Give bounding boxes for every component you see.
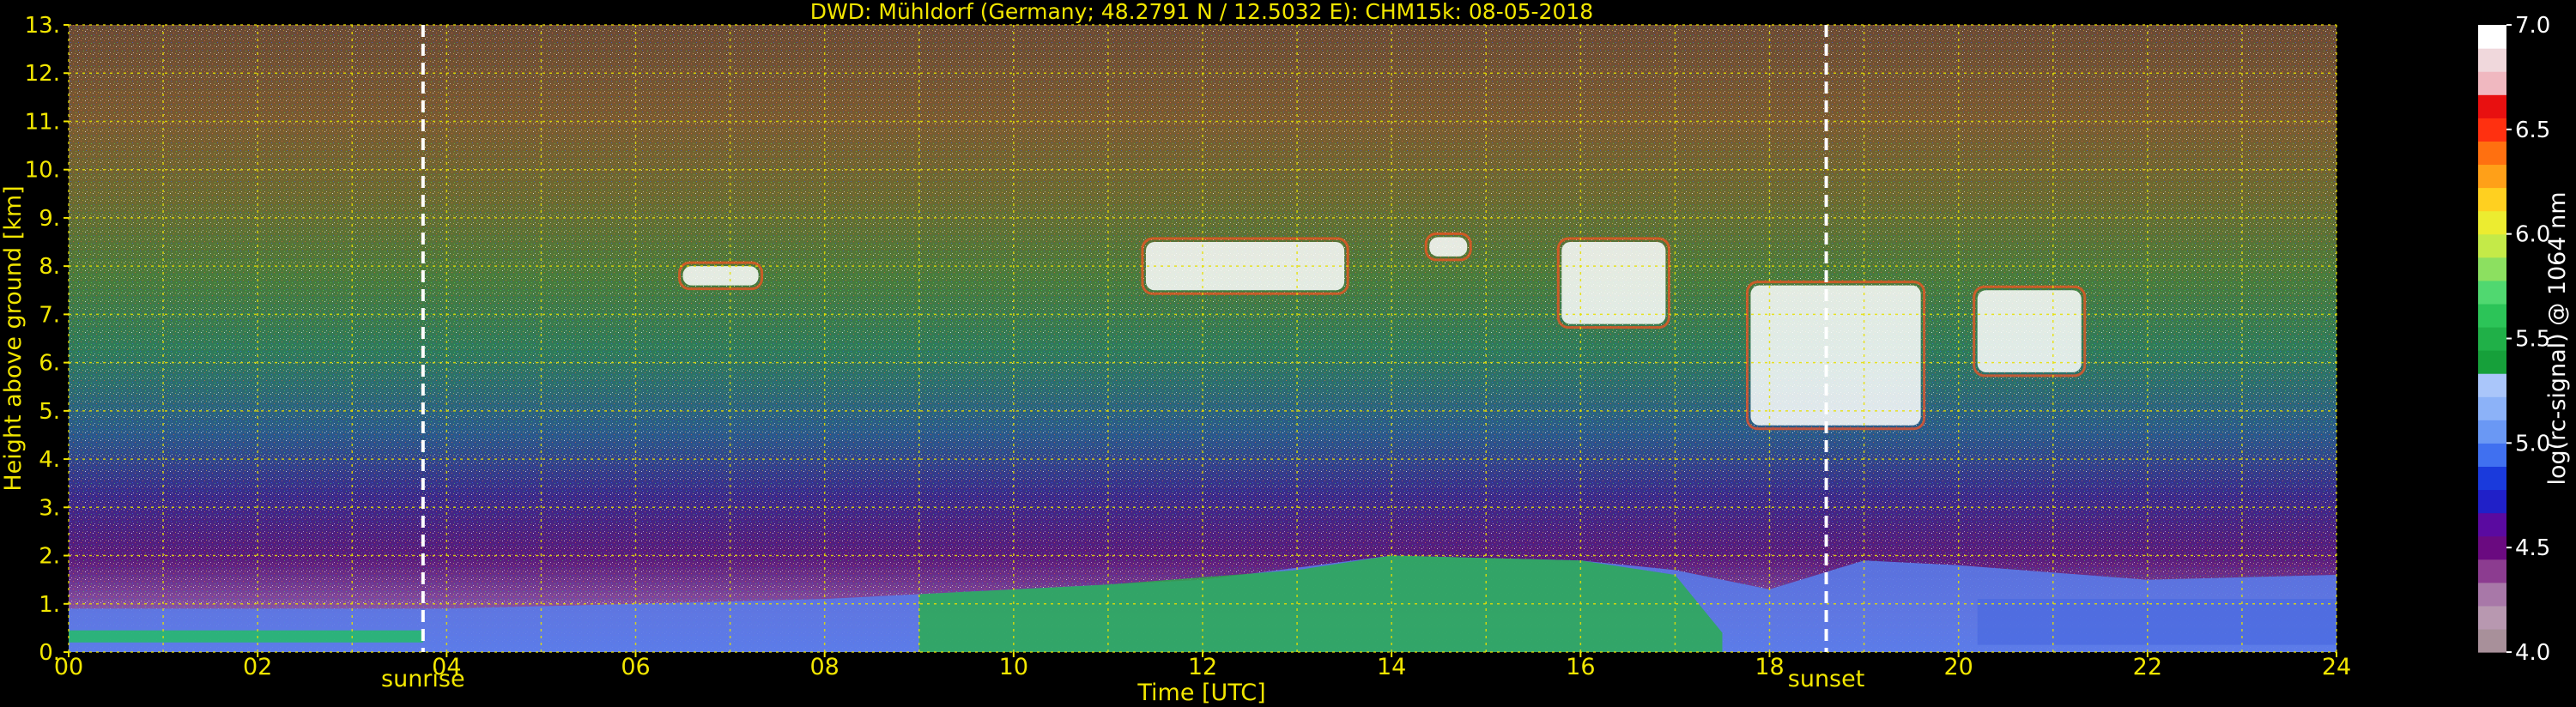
- y-tick-label: 2.: [39, 544, 60, 570]
- y-tick-label: 9.: [39, 206, 60, 232]
- colorbar-swatch: [2478, 582, 2506, 607]
- x-tick-label: 24: [2322, 654, 2351, 680]
- colorbar-swatch: [2478, 118, 2506, 142]
- colorbar-swatch: [2478, 303, 2506, 328]
- colorbar-swatch: [2478, 559, 2506, 583]
- x-tick-label: 08: [809, 654, 839, 680]
- colorbar-swatch: [2478, 605, 2506, 630]
- y-axis-ticks: 0.1.2.3.4.5.6.7.8.9.10.11.12.13.: [25, 13, 69, 666]
- cloud-layer-3: [1429, 237, 1468, 257]
- cloud-layer-5: [1750, 285, 1921, 426]
- plot-area: sunrise sunset: [68, 24, 2337, 692]
- cloud-layer-6: [1977, 290, 2082, 372]
- y-tick-label: 12.: [25, 61, 60, 87]
- colorbar-swatch: [2478, 350, 2506, 374]
- x-tick-label: 20: [1943, 654, 1973, 680]
- x-tick-label: 22: [2133, 654, 2162, 680]
- colorbar-swatch: [2478, 326, 2506, 351]
- colorbar-swatch: [2478, 489, 2506, 514]
- colorbar-swatch: [2478, 210, 2506, 235]
- colorbar-label: log(rc-signal) @ 1064 nm: [2544, 191, 2571, 485]
- y-tick-label: 1.: [39, 592, 60, 618]
- colorbar-tick-label: 4.5: [2515, 535, 2550, 561]
- x-tick-label: 04: [432, 654, 461, 680]
- y-tick-label: 4.: [39, 447, 60, 473]
- x-axis-label: Time [UTC]: [1136, 680, 1265, 706]
- evening-layer-band: [1977, 599, 2337, 645]
- colorbar-swatch: [2478, 420, 2506, 444]
- colorbar-swatch: [2478, 94, 2506, 118]
- colorbar-swatch: [2478, 257, 2506, 281]
- colorbar-swatch: [2478, 512, 2506, 537]
- colorbar-tick-label: 7.0: [2515, 13, 2550, 39]
- colorbar-swatch: [2478, 233, 2506, 258]
- x-tick-label: 06: [621, 654, 650, 680]
- colorbar-swatch: [2478, 628, 2506, 653]
- sunset-label: sunset: [1788, 666, 1865, 692]
- colorbar-swatch: [2478, 280, 2506, 305]
- colorbar-swatch: [2478, 373, 2506, 397]
- colorbar-swatch: [2478, 48, 2506, 72]
- y-axis-label: Height above ground [km]: [0, 185, 27, 491]
- y-tick-label: 8.: [39, 254, 60, 280]
- x-tick-label: 18: [1755, 654, 1784, 680]
- colorbar-swatch: [2478, 443, 2506, 468]
- colorbar-swatch: [2478, 466, 2506, 491]
- colorbar-swatch: [2478, 187, 2506, 212]
- y-tick-label: 3.: [39, 495, 60, 521]
- colorbar-swatch: [2478, 141, 2506, 166]
- colorbar-swatch: [2478, 25, 2506, 49]
- colorbar-swatch: [2478, 164, 2506, 189]
- colorbar-swatch: [2478, 535, 2506, 560]
- y-tick-label: 6.: [39, 351, 60, 377]
- x-tick-label: 10: [999, 654, 1028, 680]
- x-tick-label: 14: [1377, 654, 1406, 680]
- colorbar-swatch: [2478, 71, 2506, 95]
- residual-layer-band: [69, 630, 423, 643]
- y-tick-label: 7.: [39, 302, 60, 328]
- cloud-layer-1: [682, 266, 759, 286]
- y-tick-label: 13.: [25, 13, 60, 39]
- colorbar: 4.04.55.05.56.06.57.0 log(rc-signal) @ 1…: [2478, 13, 2571, 666]
- x-tick-label: 00: [54, 654, 83, 680]
- x-tick-label: 12: [1188, 654, 1217, 680]
- x-tick-label: 16: [1566, 654, 1595, 680]
- colorbar-tick-label: 4.0: [2515, 640, 2550, 666]
- colorbar-swatches: [2478, 25, 2506, 653]
- cloud-layer-4: [1561, 242, 1666, 324]
- y-tick-label: 5.: [39, 399, 60, 425]
- lidar-chart: DWD: Mühldorf (Germany; 48.2791 N / 12.5…: [0, 0, 2571, 706]
- x-tick-label: 02: [243, 654, 272, 680]
- chart-title: DWD: Mühldorf (Germany; 48.2791 N / 12.5…: [810, 0, 1593, 24]
- y-tick-label: 11.: [25, 109, 60, 135]
- colorbar-tick-label: 6.5: [2515, 118, 2550, 143]
- y-tick-label: 10.: [25, 158, 60, 184]
- colorbar-swatch: [2478, 396, 2506, 420]
